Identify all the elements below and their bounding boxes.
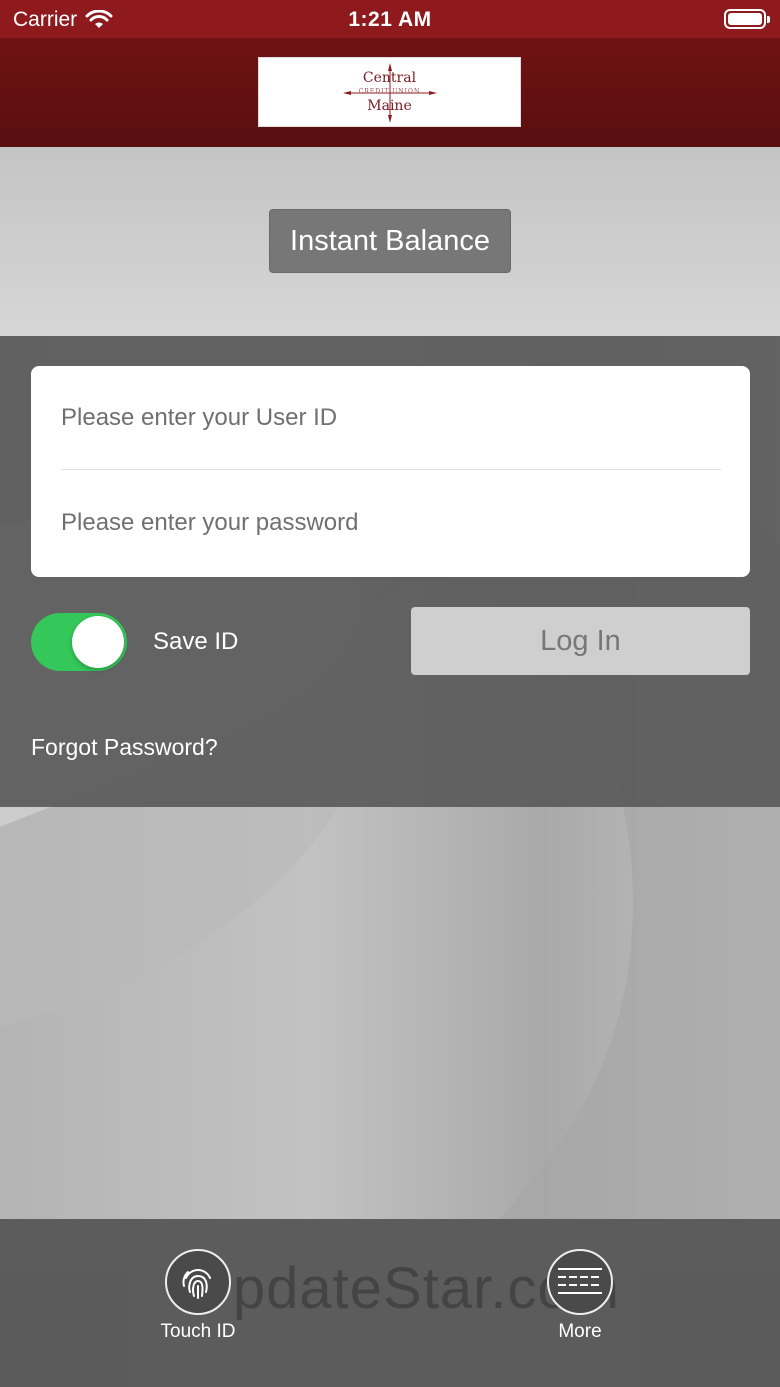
instant-balance-button[interactable]: Instant Balance [269, 209, 511, 273]
status-bar: Carrier 1:21 AM [0, 0, 780, 38]
login-panel: Please enter your User ID Please enter y… [0, 336, 780, 807]
bottom-tab-bar: UpdateStar.com Touch ID More [0, 1219, 780, 1387]
logo-subtitle: CREDIT UNION [358, 88, 421, 95]
toggle-knob [72, 616, 124, 668]
status-time: 1:21 AM [348, 8, 432, 31]
touch-id-tab[interactable]: Touch ID [128, 1249, 268, 1343]
menu-list-icon [558, 1268, 602, 1294]
logo-text: Central CREDIT UNION Maine [359, 71, 420, 113]
logo-line-1: Central [362, 70, 417, 86]
battery-icon [724, 9, 770, 29]
more-label: More [558, 1321, 602, 1342]
login-button[interactable]: Log In [411, 607, 750, 675]
save-id-label: Save ID [153, 628, 239, 655]
login-form-card: Please enter your User ID Please enter y… [31, 366, 750, 577]
fingerprint-icon [182, 1269, 211, 1299]
touch-id-button[interactable] [165, 1249, 231, 1315]
logo-line-2: Maine [367, 98, 412, 114]
app-header: Central CREDIT UNION Maine [0, 38, 780, 147]
save-id-toggle[interactable] [31, 613, 127, 671]
user-id-input[interactable]: Please enter your User ID [61, 366, 721, 470]
credit-union-logo: Central CREDIT UNION Maine [258, 57, 521, 127]
more-button[interactable] [547, 1249, 613, 1315]
more-tab[interactable]: More [510, 1249, 650, 1343]
forgot-password-link[interactable]: Forgot Password? [31, 734, 218, 761]
password-input[interactable]: Please enter your password [61, 471, 721, 575]
touch-id-label: Touch ID [160, 1321, 236, 1342]
instant-balance-section: Instant Balance [0, 147, 780, 336]
